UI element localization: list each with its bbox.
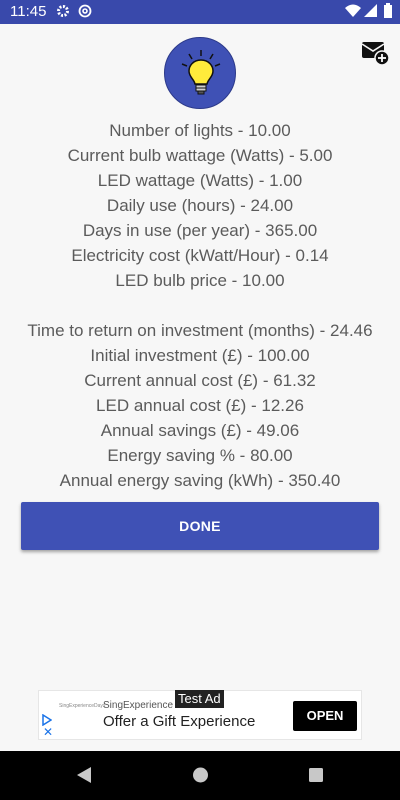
led-bulb-price-text: LED bulb price - 10.00	[115, 271, 285, 290]
recents-icon[interactable]	[308, 766, 324, 789]
status-bar: 11:45	[0, 0, 400, 24]
led-wattage-text: LED wattage (Watts) - 1.00	[97, 171, 303, 190]
test-ad-badge: Test Ad	[175, 690, 224, 708]
initial-investment-text: Initial investment (£) - 100.00	[90, 346, 310, 365]
annual-savings-text: Annual savings (£) - 49.06	[100, 421, 300, 440]
roi-time-text: Time to return on investment (months) - …	[27, 321, 373, 340]
daily-use-text: Daily use (hours) - 24.00	[106, 196, 294, 215]
home-icon[interactable]	[192, 766, 209, 789]
ad-open-button[interactable]: OPEN	[293, 701, 357, 731]
back-icon[interactable]	[76, 766, 92, 789]
wifi-icon	[345, 4, 361, 23]
current-bulb-wattage-text: Current bulb wattage (Watts) - 5.00	[67, 146, 333, 165]
ad-close-icon[interactable]: ✕	[43, 725, 53, 739]
navigation-bar	[0, 751, 400, 800]
ad-advertiser: SingExperience	[103, 700, 174, 711]
gear-icon	[56, 4, 70, 23]
done-button[interactable]: DONE	[21, 502, 379, 550]
current-annual-cost-text: Current annual cost (£) - 61.32	[84, 371, 316, 390]
annual-energy-saving-text: Annual energy saving (kWh) - 350.40	[59, 471, 341, 490]
led-annual-cost-text: LED annual cost (£) - 12.26	[96, 396, 304, 415]
days-in-use-text: Days in use (per year) - 365.00	[82, 221, 318, 240]
calculation-result-screen: Number of lights - 10.00 Current bulb wa…	[0, 24, 400, 751]
ad-banner[interactable]: ✕ SingExperienceDays SingExperience Offe…	[38, 690, 362, 740]
ad-headline[interactable]: Offer a Gift Experience	[103, 713, 255, 730]
at-sign-icon	[78, 4, 92, 23]
advertiser-logo: SingExperienceDays	[59, 703, 106, 709]
electricity-cost-text: Electricity cost (kWatt/Hour) - 0.14	[71, 246, 329, 265]
lightbulb-icon	[164, 37, 236, 109]
mail-add-icon[interactable]	[360, 38, 390, 66]
status-time: 11:45	[10, 3, 47, 20]
energy-saving-percent-text: Energy saving % - 80.00	[107, 446, 293, 465]
number-of-lights-text: Number of lights - 10.00	[109, 121, 291, 140]
signal-icon	[364, 4, 378, 23]
battery-icon	[384, 3, 392, 23]
